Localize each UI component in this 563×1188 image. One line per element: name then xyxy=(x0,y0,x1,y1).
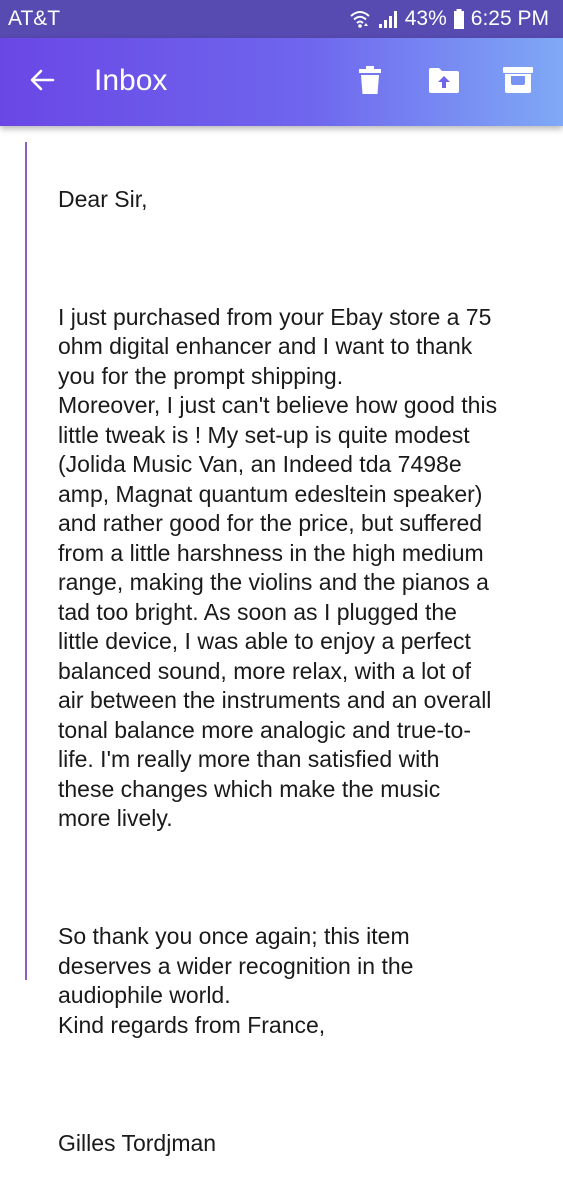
back-arrow-icon xyxy=(28,66,56,99)
page-title: Inbox xyxy=(94,64,168,97)
signal-icon xyxy=(377,8,399,30)
battery-icon xyxy=(453,8,465,30)
status-bar: AT&T 43% 6:25 PM xyxy=(0,0,563,38)
email-body: Dear Sir, I just purchased from your Eba… xyxy=(58,155,554,1188)
carrier-name: AT&T xyxy=(8,7,61,30)
status-icons: 43% 6:25 PM xyxy=(349,5,549,33)
delete-button[interactable] xyxy=(350,62,390,102)
archive-icon xyxy=(503,66,533,98)
app-bar: Inbox xyxy=(0,38,563,126)
archive-button[interactable] xyxy=(498,62,538,102)
email-greeting: Dear Sir, xyxy=(58,185,148,212)
email-content[interactable]: Dear Sir, I just purchased from your Eba… xyxy=(0,126,563,1156)
battery-level: 43% xyxy=(404,7,447,30)
back-button[interactable] xyxy=(22,62,62,102)
email-paragraph: I just purchased from your Ebay store a … xyxy=(58,303,498,832)
move-to-folder-icon xyxy=(429,67,459,98)
email-signature: Gilles Tordjman xyxy=(58,1129,217,1156)
wifi-icon xyxy=(349,8,371,30)
move-to-folder-button[interactable] xyxy=(424,62,464,102)
delete-icon xyxy=(358,65,382,99)
email-paragraph: So thank you once again; this item deser… xyxy=(58,923,414,1038)
clock: 6:25 PM xyxy=(470,7,549,30)
quote-bar xyxy=(25,142,27,980)
